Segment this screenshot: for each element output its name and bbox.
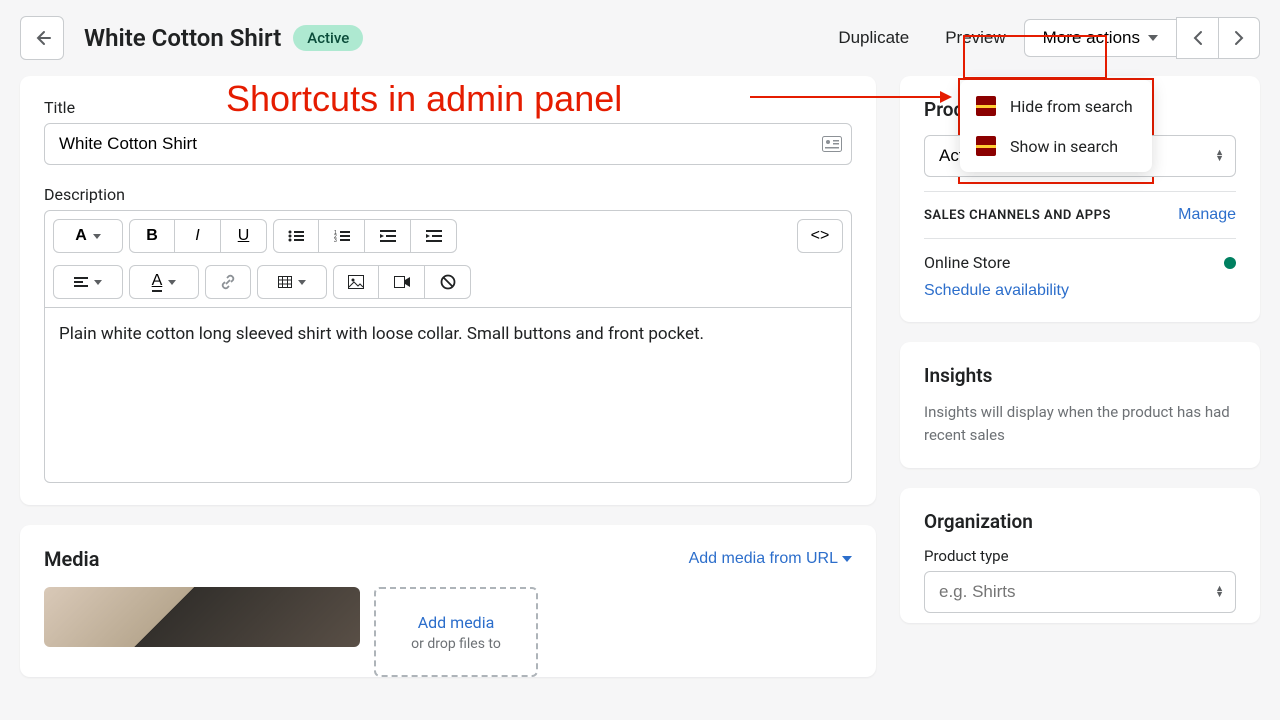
- outdent-button[interactable]: [365, 219, 411, 253]
- id-card-icon: [822, 136, 842, 152]
- caret-down-icon: [93, 234, 101, 239]
- product-type-label: Product type: [924, 547, 1236, 565]
- underline-button[interactable]: U: [221, 219, 267, 253]
- description-label: Description: [44, 185, 852, 204]
- select-caret-icon: ▲▼: [1215, 586, 1224, 598]
- indent-button[interactable]: [411, 219, 457, 253]
- dropdown-item-label: Show in search: [1010, 137, 1118, 156]
- arrow-left-icon: [32, 28, 52, 48]
- caret-down-icon: [94, 280, 102, 285]
- insights-body: Insights will display when the product h…: [924, 401, 1236, 446]
- dropdown-item-show-in-search[interactable]: Show in search: [960, 126, 1152, 166]
- text-color-dropdown[interactable]: A: [129, 265, 199, 299]
- video-icon: [394, 276, 410, 288]
- image-button[interactable]: [333, 265, 379, 299]
- annotation-arrow: [750, 96, 950, 98]
- bullet-list-button[interactable]: [273, 219, 319, 253]
- caret-down-icon: [298, 280, 306, 285]
- media-title: Media: [44, 547, 99, 571]
- sales-channels-label: SALES CHANNELS AND APPS: [924, 208, 1111, 223]
- app-icon: [976, 96, 996, 116]
- svg-text:3: 3: [334, 238, 337, 242]
- add-media-from-url-button[interactable]: Add media from URL: [689, 550, 852, 568]
- status-dot-icon: [1224, 257, 1236, 269]
- status-badge: Active: [293, 25, 363, 51]
- card-title-description: Title Description A B I U: [20, 76, 876, 505]
- back-button[interactable]: [20, 16, 64, 60]
- more-actions-button[interactable]: More actions: [1024, 19, 1176, 57]
- link-button[interactable]: [205, 265, 251, 299]
- manage-channels-button[interactable]: Manage: [1178, 206, 1236, 224]
- media-drop-hint: or drop files to: [411, 636, 501, 652]
- align-dropdown[interactable]: [53, 265, 123, 299]
- number-list-button[interactable]: 123: [319, 219, 365, 253]
- select-caret-icon: ▲▼: [1215, 150, 1224, 162]
- annotation-label: Shortcuts in admin panel: [226, 78, 622, 120]
- preview-button[interactable]: Preview: [927, 18, 1023, 58]
- card-organization: Organization Product type ▲▼: [900, 488, 1260, 623]
- list-ul-icon: [288, 230, 304, 242]
- more-actions-label: More actions: [1043, 28, 1140, 48]
- caret-down-icon: [842, 556, 852, 562]
- description-editor[interactable]: Plain white cotton long sleeved shirt wi…: [44, 307, 852, 483]
- schedule-availability-link[interactable]: Schedule availability: [924, 282, 1069, 300]
- format-dropdown[interactable]: A: [53, 219, 123, 253]
- clear-format-button[interactable]: [425, 265, 471, 299]
- indent-icon: [426, 230, 442, 242]
- italic-button[interactable]: I: [175, 219, 221, 253]
- next-product-button[interactable]: [1218, 17, 1260, 59]
- video-button[interactable]: [379, 265, 425, 299]
- organization-title: Organization: [924, 510, 1236, 533]
- insights-title: Insights: [924, 364, 1236, 387]
- product-type-input[interactable]: [924, 571, 1236, 613]
- outdent-icon: [380, 230, 396, 242]
- image-icon: [348, 275, 364, 289]
- add-media-link: Add media: [418, 613, 495, 632]
- rich-text-toolbar: A B I U 123 <>: [44, 210, 852, 307]
- media-thumbnail[interactable]: [44, 587, 360, 647]
- duplicate-button[interactable]: Duplicate: [820, 18, 927, 58]
- page-title: White Cotton Shirt: [84, 24, 281, 52]
- list-ol-icon: 123: [334, 230, 350, 242]
- title-input[interactable]: [44, 123, 852, 165]
- link-icon: [220, 274, 236, 290]
- card-media: Media Add media from URL Add media or dr…: [20, 525, 876, 677]
- caret-down-icon: [168, 280, 176, 285]
- html-view-button[interactable]: <>: [797, 219, 843, 253]
- chevron-right-icon: [1234, 30, 1244, 46]
- table-dropdown[interactable]: [257, 265, 327, 299]
- online-store-label: Online Store: [924, 253, 1010, 272]
- align-left-icon: [74, 277, 88, 287]
- caret-down-icon: [1148, 35, 1158, 41]
- prev-product-button[interactable]: [1176, 17, 1218, 59]
- chevron-left-icon: [1193, 30, 1203, 46]
- app-icon: [976, 136, 996, 156]
- ban-icon: [440, 274, 456, 290]
- media-dropzone[interactable]: Add media or drop files to: [374, 587, 538, 677]
- dropdown-item-label: Hide from search: [1010, 97, 1133, 116]
- bold-button[interactable]: B: [129, 219, 175, 253]
- more-actions-dropdown: Hide from search Show in search: [960, 80, 1152, 172]
- table-icon: [278, 276, 292, 288]
- dropdown-item-hide-from-search[interactable]: Hide from search: [960, 86, 1152, 126]
- card-insights: Insights Insights will display when the …: [900, 342, 1260, 468]
